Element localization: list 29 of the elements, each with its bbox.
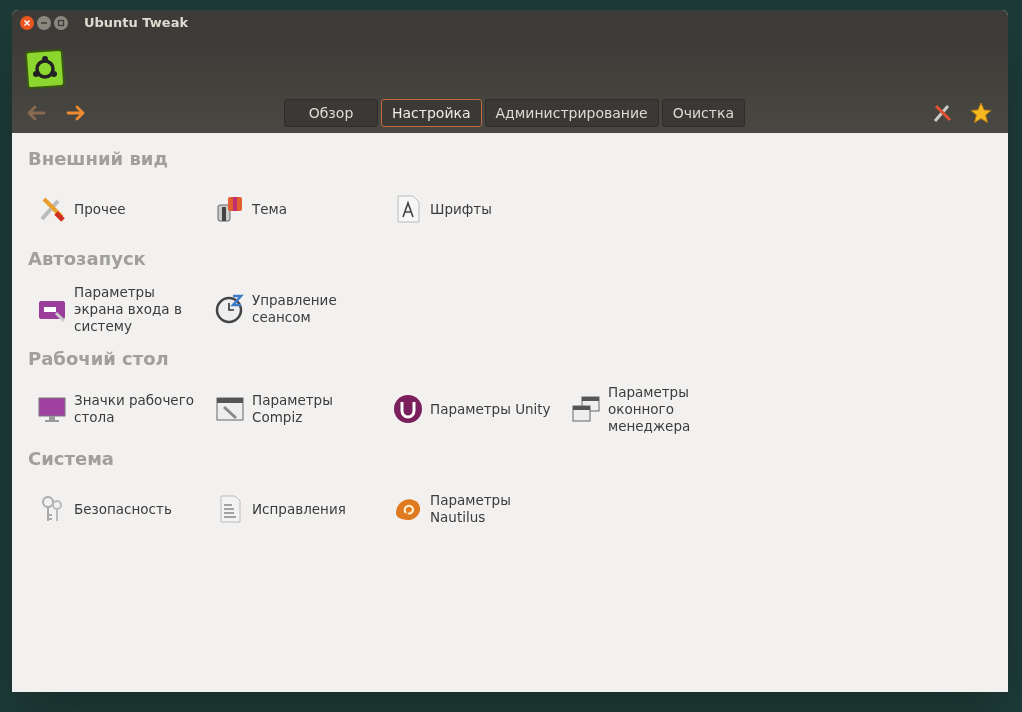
settings-item-label[interactable]: Управление сеансом bbox=[252, 292, 382, 326]
clock-icon bbox=[214, 293, 246, 325]
unity-icon bbox=[392, 393, 424, 425]
section-heading: Внешний вид bbox=[28, 147, 169, 171]
settings-item-label[interactable]: Шрифты bbox=[430, 200, 560, 218]
tab[interactable]: Администрирование bbox=[484, 99, 659, 127]
settings-item-label[interactable]: Параметры оконного менеджера bbox=[608, 383, 738, 435]
section-heading: Автозапуск bbox=[28, 247, 147, 271]
settings-item-label[interactable]: Исправления bbox=[252, 500, 382, 518]
app-logo-icon bbox=[24, 48, 66, 90]
section-heading: Рабочий стол bbox=[28, 347, 170, 371]
windows-icon bbox=[570, 393, 602, 425]
tab[interactable]: Обзор bbox=[284, 99, 378, 127]
settings-item-label[interactable]: Тема bbox=[252, 200, 382, 218]
tools-icon[interactable] bbox=[932, 102, 954, 124]
section-heading: Система bbox=[28, 447, 115, 471]
maximize-icon[interactable] bbox=[54, 16, 68, 30]
tab[interactable]: Настройка bbox=[381, 99, 482, 127]
settings-item-label[interactable]: Прочее bbox=[74, 200, 204, 218]
settings-item-label[interactable]: Параметры Nautilus bbox=[430, 492, 560, 526]
settings-item-label[interactable]: Параметры экрана входа в систему bbox=[74, 283, 204, 335]
star-icon[interactable] bbox=[970, 102, 992, 124]
settings-item-label[interactable]: Значки рабочего стола bbox=[74, 392, 204, 426]
close-icon[interactable] bbox=[20, 16, 34, 30]
settings-item-label[interactable]: Безопасность bbox=[74, 500, 204, 518]
settings-item-label[interactable]: Параметры Unity bbox=[430, 400, 560, 418]
settings-item-label[interactable]: Параметры Compiz bbox=[252, 392, 382, 426]
tab[interactable]: Очистка bbox=[661, 99, 745, 127]
window-title: Ubuntu Tweak bbox=[84, 14, 189, 33]
